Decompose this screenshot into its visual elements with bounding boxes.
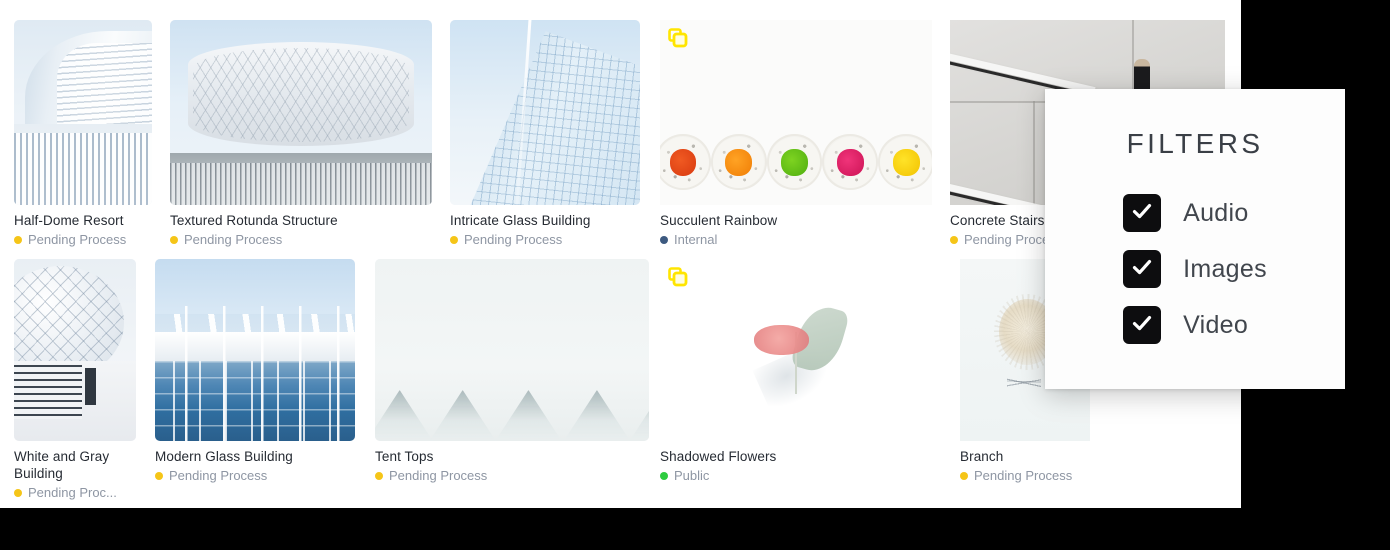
- asset-meta: Intricate Glass Building Pending Process: [450, 205, 640, 248]
- asset-thumbnail[interactable]: [14, 20, 152, 205]
- asset-card[interactable]: White and Gray Building Pending Proc...: [14, 259, 136, 501]
- asset-title: Shadowed Flowers: [660, 449, 777, 464]
- asset-meta: Shadowed Flowers Public: [660, 441, 935, 484]
- asset-card[interactable]: Half-Dome Resort Pending Process: [14, 20, 152, 248]
- asset-status: Pending Proc...: [14, 485, 136, 501]
- check-icon: [1130, 255, 1154, 284]
- status-label: Pending Process: [389, 468, 488, 483]
- asset-title: Modern Glass Building: [155, 449, 293, 464]
- asset-title: Half-Dome Resort: [14, 213, 124, 228]
- status-dot: [170, 236, 178, 244]
- asset-status: Pending Process: [960, 468, 1090, 484]
- status-dot: [660, 472, 668, 480]
- filter-option-audio[interactable]: Audio: [1123, 194, 1267, 232]
- screen-root: Half-Dome Resort Pending Process Textured …: [0, 0, 1390, 550]
- status-label: Pending Process: [169, 468, 268, 483]
- status-dot: [155, 472, 163, 480]
- status-label: Pending Process: [184, 232, 283, 247]
- filters-panel[interactable]: FILTERS Audio Images Video: [1045, 89, 1345, 389]
- filter-option-images[interactable]: Images: [1123, 250, 1267, 288]
- asset-status: Pending Process: [375, 468, 649, 484]
- asset-status: Public: [660, 468, 935, 484]
- status-dot: [950, 236, 958, 244]
- asset-card[interactable]: Intricate Glass Building Pending Process: [450, 20, 640, 248]
- status-dot: [960, 472, 968, 480]
- asset-thumbnail[interactable]: [375, 259, 649, 441]
- asset-card[interactable]: Shadowed Flowers Public: [660, 259, 935, 484]
- asset-title: Branch: [960, 449, 1004, 464]
- status-label: Pending Process: [464, 232, 563, 247]
- asset-status: Pending Process: [170, 232, 432, 248]
- asset-title: Succulent Rainbow: [660, 213, 778, 228]
- asset-thumbnail[interactable]: [660, 259, 935, 441]
- asset-thumbnail[interactable]: [155, 259, 355, 441]
- checkbox-audio[interactable]: [1123, 194, 1162, 232]
- status-dot: [14, 236, 22, 244]
- copy-icon: [668, 267, 688, 287]
- asset-meta: Modern Glass Building Pending Process: [155, 441, 355, 484]
- status-dot: [450, 236, 458, 244]
- status-label: Pending Proc...: [28, 485, 117, 500]
- asset-thumbnail[interactable]: [660, 20, 932, 205]
- status-label: Pending Process: [974, 468, 1073, 483]
- asset-meta: Branch Pending Process: [960, 441, 1090, 484]
- asset-status: Pending Process: [155, 468, 355, 484]
- asset-card[interactable]: Textured Rotunda Structure Pending Proces…: [170, 20, 432, 248]
- asset-status: Pending Process: [450, 232, 640, 248]
- status-label: Internal: [674, 232, 718, 247]
- filter-label: Images: [1183, 254, 1267, 283]
- asset-thumbnail[interactable]: [450, 20, 640, 205]
- asset-thumbnail[interactable]: [170, 20, 432, 205]
- asset-title: Tent Tops: [375, 449, 434, 464]
- check-icon: [1130, 311, 1154, 340]
- asset-meta: Half-Dome Resort Pending Process: [14, 205, 152, 248]
- asset-card[interactable]: Succulent Rainbow Internal: [660, 20, 932, 248]
- asset-meta: Tent Tops Pending Process: [375, 441, 649, 484]
- checkbox-images[interactable]: [1123, 250, 1162, 288]
- status-dot: [660, 236, 668, 244]
- asset-title: Textured Rotunda Structure: [170, 213, 338, 228]
- filter-option-video[interactable]: Video: [1123, 306, 1267, 344]
- filters-panel-title: FILTERS: [1126, 128, 1264, 159]
- asset-title: White and Gray Building: [14, 449, 110, 481]
- status-label: Pending Process: [28, 232, 127, 247]
- checkbox-video[interactable]: [1123, 306, 1162, 344]
- filters-option-list[interactable]: Audio Images Video: [1123, 194, 1267, 344]
- asset-meta: White and Gray Building Pending Proc...: [14, 441, 136, 501]
- asset-status: Pending Process: [14, 232, 152, 248]
- asset-card[interactable]: Tent Tops Pending Process: [375, 259, 649, 484]
- status-label: Public: [674, 468, 710, 483]
- asset-card[interactable]: Modern Glass Building Pending Process: [155, 259, 355, 484]
- filter-label: Audio: [1183, 198, 1249, 227]
- asset-status: Internal: [660, 232, 932, 248]
- check-icon: [1130, 199, 1154, 228]
- copy-icon: [668, 28, 688, 48]
- asset-meta: Textured Rotunda Structure Pending Proces…: [170, 205, 432, 248]
- asset-title: Intricate Glass Building: [450, 213, 591, 228]
- status-label: Pending Proce: [964, 232, 1050, 247]
- asset-meta: Succulent Rainbow Internal: [660, 205, 932, 248]
- status-dot: [14, 489, 22, 497]
- filter-label: Video: [1183, 310, 1249, 339]
- asset-thumbnail[interactable]: [14, 259, 136, 441]
- status-dot: [375, 472, 383, 480]
